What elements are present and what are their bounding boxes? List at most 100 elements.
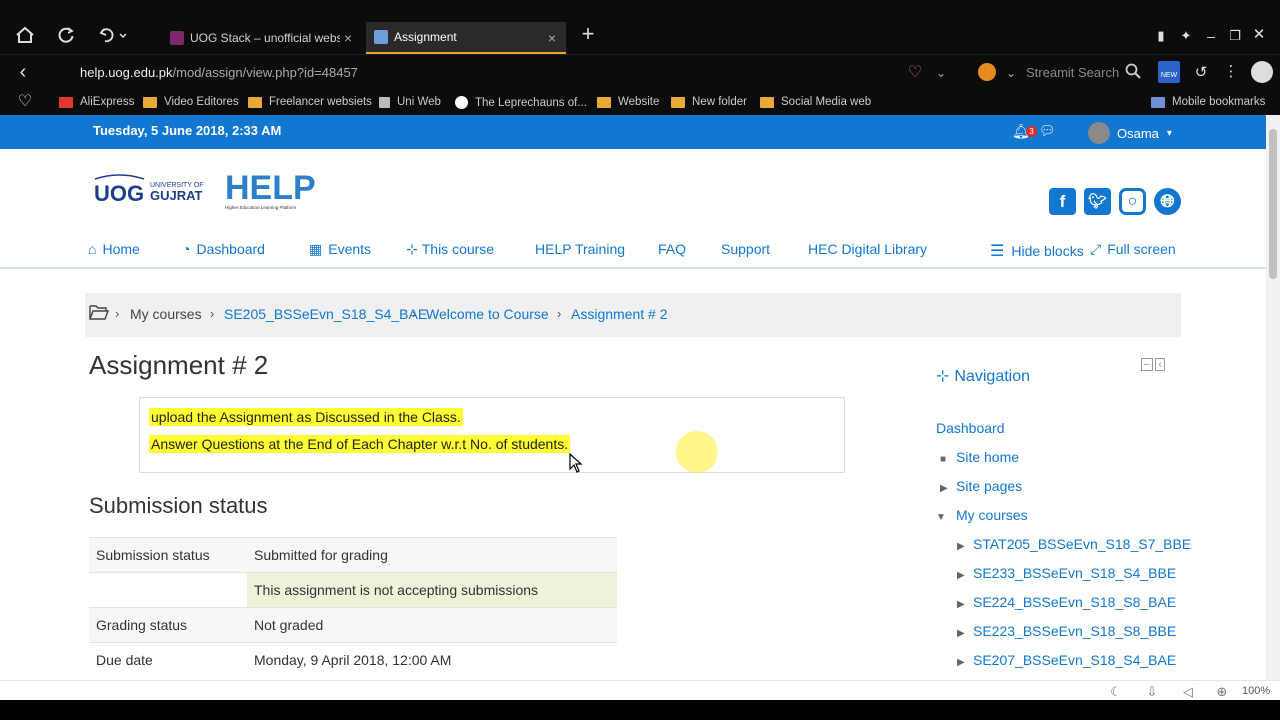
bookmark-leprechauns[interactable]: The Leprechauns of... (455, 96, 587, 109)
url-field[interactable]: help.uog.edu.pk/mod/assign/view.php?id=4… (80, 65, 358, 80)
chevron-down-icon[interactable]: ⌄ (1002, 63, 1020, 83)
breadcrumb-section[interactable]: Welcome to Course (426, 306, 549, 322)
nav-tree-course[interactable]: ▶ SE224_BSSeEvn_S18_S8_BAE (957, 594, 1176, 610)
breadcrumb-assignment[interactable]: Assignment # 2 (571, 306, 668, 322)
zoom-icon[interactable]: ⊕ (1214, 682, 1230, 702)
nav-this-course[interactable]: ⊹ This course (406, 241, 494, 258)
bookmark-social-media[interactable]: Social Media web (760, 96, 871, 108)
bookmark-video-editores[interactable]: Video Editores (143, 96, 239, 108)
nav-faq[interactable]: FAQ (658, 241, 686, 257)
chevron-right-icon: ▶ (957, 599, 965, 610)
tab-uog-stack[interactable]: UOG Stack – unofficial websit × (162, 22, 362, 54)
bookmark-aliexpress[interactable]: AliExpress (59, 96, 134, 108)
help-logo-text: HELP (225, 169, 315, 207)
nav-hec-digital-library[interactable]: HEC Digital Library (808, 241, 927, 257)
chevron-right-icon: ▶ (940, 483, 948, 494)
moon-icon[interactable]: ☾ (1108, 682, 1124, 702)
expand-icon: ⤢ (1090, 241, 1102, 257)
bookmark-website[interactable]: Website (597, 96, 659, 108)
search-icon[interactable] (1124, 63, 1142, 83)
breadcrumb: › My courses › SE205_BSSeEvn_S18_S4_BAE … (85, 293, 1181, 337)
history-icon[interactable]: ↺ (1192, 63, 1210, 83)
globe-icon[interactable]: 🌐︎ (1154, 188, 1181, 215)
profile-icon[interactable] (1251, 61, 1273, 83)
nav-label: Dashboard (196, 241, 265, 257)
new-tab-button[interactable]: + (577, 23, 599, 45)
mobile-bookmarks[interactable]: Mobile bookmarks (1151, 96, 1265, 108)
maximize-icon[interactable]: ❐ (1226, 26, 1244, 46)
back-icon[interactable]: ‹ (14, 62, 32, 82)
undo-icon[interactable] (96, 26, 132, 48)
chat-icon[interactable]: 💬︎ (1039, 123, 1056, 139)
bookmark-label: Social Media web (781, 96, 872, 108)
help-logo[interactable]: HELP Higher Education Learning Platform (225, 167, 315, 211)
window-tile-icon[interactable]: ▮ (1152, 26, 1170, 46)
news-icon[interactable]: NEW (1158, 61, 1180, 83)
breadcrumb-separator: › (115, 306, 120, 321)
search-input[interactable]: Streamit Search (1026, 65, 1119, 80)
heart-icon[interactable]: ♡ (14, 92, 36, 112)
hide-blocks-button[interactable]: ☰ Hide blocks (990, 241, 1084, 261)
download-icon[interactable]: ⇩ (1144, 682, 1160, 702)
extension-icon[interactable]: ✦ (1177, 26, 1195, 46)
nav-tree-course[interactable]: ▶ SE223_BSSeEvn_S18_S8_BBE (957, 623, 1176, 639)
nav-help-training[interactable]: HELP Training (535, 241, 625, 257)
block-title-label: Navigation (954, 368, 1031, 385)
page-scrollbar[interactable] (1266, 115, 1280, 680)
full-screen-button[interactable]: ⤢ Full screen (1090, 241, 1176, 258)
nav-support[interactable]: Support (721, 241, 770, 257)
search-engine-icon[interactable] (978, 63, 996, 81)
bookmarks-bar: ♡ AliExpress Video Editores Freelancer w… (0, 90, 1280, 115)
bookmark-new-folder[interactable]: New folder (671, 96, 747, 108)
facebook-icon[interactable]: f (1049, 188, 1076, 215)
chevron-down-icon[interactable]: ⌄ (932, 63, 950, 83)
heart-icon[interactable]: ♡ (904, 63, 926, 83)
page-content: Tuesday, 5 June 2018, 2:33 AM 🔔︎ 3 💬︎ Os… (0, 115, 1266, 680)
home-icon[interactable] (14, 26, 36, 48)
dock-block-icon[interactable]: ‹ (1155, 358, 1165, 371)
row-value-notice: This assignment is not accepting submiss… (247, 572, 617, 608)
collapse-block-icon[interactable]: – (1141, 358, 1153, 371)
bookmark-uni-web[interactable]: Uni Web (379, 96, 441, 108)
nav-tree-course[interactable]: ▶ SE207_BSSeEvn_S18_S4_BAE (957, 652, 1176, 668)
refresh-icon[interactable] (55, 26, 77, 48)
table-row: This assignment is not accepting submiss… (89, 572, 617, 608)
nav-tree-site-home[interactable]: ■ Site home (940, 449, 1019, 465)
list-icon: ☰ (990, 243, 1005, 260)
close-window-icon[interactable]: ✕ (1250, 25, 1268, 45)
instagram-icon[interactable]: ○ (1119, 188, 1146, 215)
speaker-icon[interactable]: ◁ (1180, 682, 1196, 702)
zoom-level[interactable]: 100% (1242, 685, 1270, 697)
chevron-right-icon: ▶ (957, 541, 965, 552)
tab-assignment[interactable]: Assignment × (366, 22, 566, 54)
nav-dashboard[interactable]: ◔ Dashboard (182, 241, 265, 257)
aliexpress-icon (59, 96, 73, 108)
twitter-icon[interactable]: 🐦︎ (1084, 188, 1111, 215)
nav-tree-my-courses[interactable]: ▼ My courses (936, 507, 1028, 523)
folder-icon (760, 96, 774, 108)
tree-label: My courses (956, 507, 1028, 523)
nav-tree-site-pages[interactable]: ▶ Site pages (940, 478, 1022, 494)
scrollbar-thumb[interactable] (1269, 129, 1277, 279)
navigation-block-title[interactable]: ⊹ Navigation (936, 366, 1030, 386)
tab-close-button[interactable]: × (344, 30, 352, 46)
nav-tree-dashboard[interactable]: Dashboard (936, 420, 1005, 436)
minimize-icon[interactable]: – (1202, 26, 1220, 46)
nav-tree-course[interactable]: ▶ STAT205_BSSeEvn_S18_S7_BBE (957, 536, 1191, 552)
chevron-down-icon: ▼ (936, 512, 946, 523)
menu-icon[interactable]: ⋮ (1222, 62, 1240, 82)
tab-title: UOG Stack – unofficial websit (190, 31, 340, 45)
bookmark-freelancer[interactable]: Freelancer websiets (248, 96, 372, 108)
uog-logo[interactable]: UOG UNIVERSITY OF GUJRAT (92, 173, 214, 207)
row-label: Grading status (89, 607, 247, 643)
user-menu[interactable]: Osama ▾ (1088, 122, 1172, 144)
nav-home[interactable]: ⌂ Home (88, 241, 140, 257)
tree-label: SE224_BSSeEvn_S18_S8_BAE (973, 594, 1177, 610)
tab-close-button[interactable]: × (548, 30, 556, 46)
screen-bottom-edge (0, 700, 1280, 720)
intro-line-2: Answer Questions at the End of Each Chap… (149, 435, 571, 453)
breadcrumb-course[interactable]: SE205_BSSeEvn_S18_S4_BAE (224, 306, 427, 322)
folder-icon[interactable] (89, 303, 110, 324)
nav-events[interactable]: ▦ Events (309, 241, 371, 258)
nav-tree-course[interactable]: ▶ SE233_BSSeEvn_S18_S4_BBE (957, 565, 1176, 581)
